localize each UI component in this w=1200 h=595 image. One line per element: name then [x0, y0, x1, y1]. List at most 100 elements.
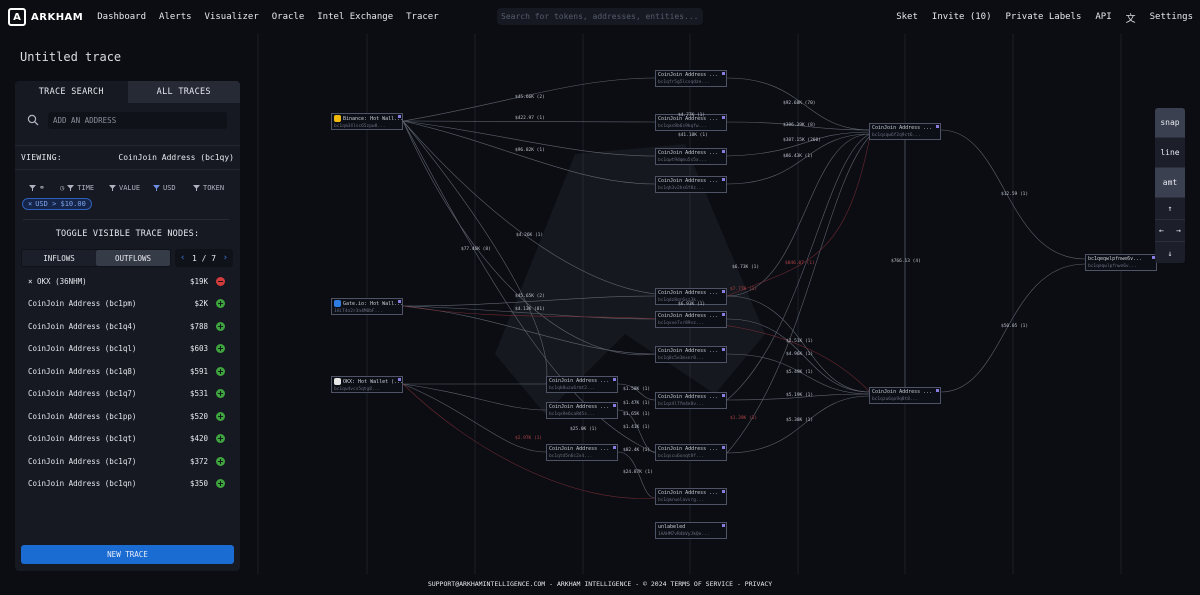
edge-label: $5.38K (1): [786, 418, 814, 423]
line-button[interactable]: line: [1155, 138, 1185, 168]
translate-icon[interactable]: 文: [1126, 10, 1136, 25]
filter-usd[interactable]: USD: [153, 184, 176, 192]
trace-node-item[interactable]: CoinJoin Address (bc1q7) $531 +: [15, 383, 240, 406]
close-icon[interactable]: ×: [28, 200, 32, 208]
filter-value-label: VALUE: [119, 184, 141, 192]
trace-node-item[interactable]: CoinJoin Address (bc1qt) $420 +: [15, 428, 240, 451]
graph-node-c14[interactable]: CoinJoin Address ... bc1qsqw6f2q9ct6...: [869, 123, 941, 140]
graph-node-c9[interactable]: CoinJoin Address ... bc1qscu6xnqt8f...: [655, 444, 727, 461]
graph-node-title: unlabeled: [658, 524, 686, 530]
graph-node-c11[interactable]: CoinJoin Address ... bc1qx9e6ca8d5s...: [546, 402, 618, 419]
nav-dashboard[interactable]: Dashboard: [97, 12, 146, 22]
add-icon[interactable]: +: [216, 299, 225, 309]
node-marker-icon: [936, 389, 939, 392]
trace-node-item[interactable]: CoinJoin Address (bc1q8) $591 +: [15, 360, 240, 383]
trace-node-value: $2K: [194, 299, 208, 309]
graph-node-c6[interactable]: CoinJoin Address ... bc1qvxe7vr89vz...: [655, 311, 727, 328]
trace-node-item[interactable]: × OKX (36NHM) $19K −: [15, 270, 240, 293]
graph-node-c8[interactable]: CoinJoin Address ... bc1qz4l7fm4n8v...: [655, 392, 727, 409]
chevron-left-icon[interactable]: ‹: [180, 253, 185, 263]
node-marker-icon: [722, 178, 725, 181]
graph-node-c10[interactable]: CoinJoin Address ... bc1qk8uzu6rmt2...: [546, 376, 618, 393]
nav-tracer[interactable]: Tracer: [406, 12, 439, 22]
edge-label: $1.65K (1): [623, 412, 651, 417]
remove-icon[interactable]: −: [216, 276, 225, 286]
arrow-down-icon[interactable]: ↓: [1155, 242, 1185, 263]
filter-value[interactable]: VALUE: [109, 184, 140, 192]
trace-node-item[interactable]: CoinJoin Address (bc1qn) $350 +: [15, 473, 240, 496]
add-icon[interactable]: +: [216, 344, 225, 354]
graph-node-c12[interactable]: CoinJoin Address ... bc1qtd5n6c2v4...: [546, 444, 618, 461]
graph-node-c7[interactable]: CoinJoin Address ... bc1q8c5e3mxnr0...: [655, 346, 727, 363]
add-icon[interactable]: +: [216, 434, 225, 444]
arrow-left-icon[interactable]: ←: [1159, 226, 1164, 235]
arrow-up-icon[interactable]: ↑: [1155, 198, 1185, 220]
inflows-button[interactable]: INFLOWS: [22, 250, 96, 266]
address-input[interactable]: [48, 112, 227, 129]
graph-node-unl[interactable]: unlabeled 1AAHM7vR4bVyJkQe...: [655, 522, 727, 539]
graph-node-c13[interactable]: CoinJoin Address ... bc1qmrwelavsrg...: [655, 488, 727, 505]
edge-label: $2.51K (1): [786, 339, 814, 344]
global-search-input[interactable]: [497, 8, 703, 25]
footer[interactable]: SUPPORT@ARKHAMINTELLIGENCE.COM - ARKHAM …: [0, 580, 1200, 588]
arrow-right-icon[interactable]: →: [1176, 226, 1181, 235]
filter-token[interactable]: TOKEN: [193, 184, 224, 192]
usd-filter-chip[interactable]: × USD > $10.00: [22, 198, 92, 210]
nav-oracle[interactable]: Oracle: [272, 12, 305, 22]
add-icon[interactable]: +: [216, 321, 225, 331]
edge-label: $25.0K (1): [570, 427, 598, 432]
nav-settings[interactable]: Settings: [1150, 12, 1193, 22]
graph-node-bp[interactable]: bc1qeqwlpfnwe6v... bc1qeqwlpfnwe6v...: [1085, 254, 1157, 271]
trace-node-value: $420: [189, 434, 208, 444]
graph-node-c15[interactable]: CoinJoin Address ... bc1qzu6qx9q8t8...: [869, 387, 941, 404]
graph-node-title: CoinJoin Address ...: [658, 490, 719, 496]
node-marker-icon: [936, 125, 939, 128]
add-icon[interactable]: +: [216, 456, 225, 466]
trace-node-name: CoinJoin Address (bc1qn): [28, 479, 137, 489]
tab-trace-search[interactable]: TRACE SEARCH: [15, 81, 128, 103]
trace-graph[interactable]: Binance: Hot Wall... bc1qm34lsc65zpw8... G…: [245, 34, 1200, 574]
trace-node-item[interactable]: CoinJoin Address (bc1q4) $788 +: [15, 315, 240, 338]
filter-direction[interactable]: ⚭: [29, 184, 45, 192]
nav-alerts[interactable]: Alerts: [159, 12, 192, 22]
add-icon[interactable]: +: [216, 366, 225, 376]
graph-node-c4[interactable]: CoinJoin Address ... bc1qh3v2hs6f8z...: [655, 176, 727, 193]
edge-label: $4.77K (1): [678, 113, 706, 118]
trace-node-item[interactable]: CoinJoin Address (bc1pm) $2K +: [15, 293, 240, 316]
filter-time[interactable]: ◷ TIME: [60, 184, 94, 192]
page-title[interactable]: Untitled trace: [20, 50, 121, 64]
tab-all-traces[interactable]: ALL TRACES: [127, 81, 240, 103]
trace-node-item[interactable]: CoinJoin Address (bc1pp) $520 +: [15, 405, 240, 428]
chevron-right-icon[interactable]: ›: [223, 253, 228, 263]
graph-node-title: Binance: Hot Wall...: [334, 115, 402, 123]
logo[interactable]: A ARKHAM: [8, 8, 83, 26]
nav-invite[interactable]: Invite (10): [932, 12, 992, 22]
graph-node-binance[interactable]: Binance: Hot Wall... bc1qm34lsc65zpw8...: [331, 113, 403, 130]
graph-node-title: CoinJoin Address ...: [658, 290, 719, 296]
graph-node-gate[interactable]: Gate.io: Hot Wall... 1HiT4n2r3n4M8bF...: [331, 298, 403, 315]
outflows-button[interactable]: OUTFLOWS: [96, 250, 170, 266]
nav-visualizer[interactable]: Visualizer: [205, 12, 259, 22]
graph-node-address: bc1qx9e6ca8d5s...: [549, 412, 596, 417]
trace-node-item[interactable]: CoinJoin Address (bc1q7) $372 +: [15, 450, 240, 473]
node-marker-icon: [722, 313, 725, 316]
snap-button[interactable]: snap: [1155, 108, 1185, 138]
nav-api[interactable]: API: [1095, 12, 1111, 22]
search-icon: [27, 114, 39, 126]
add-icon[interactable]: +: [216, 389, 225, 399]
node-marker-icon: [613, 378, 616, 381]
add-icon[interactable]: +: [216, 411, 225, 421]
nav-private-labels[interactable]: Private Labels: [1006, 12, 1082, 22]
add-icon[interactable]: +: [216, 479, 225, 489]
edge-label: $96.82K (1): [515, 148, 545, 153]
edge-label: $1.58K (1): [623, 387, 651, 392]
nav-intel-exchange[interactable]: Intel Exchange: [317, 12, 393, 22]
nav-sket[interactable]: Sket: [896, 12, 918, 22]
trace-node-item[interactable]: CoinJoin Address (bc1ql) $603 +: [15, 338, 240, 361]
graph-node-c3[interactable]: CoinJoin Address ... bc1qwt9dqmu5s5x...: [655, 148, 727, 165]
graph-node-address: bc1qscu6xnqt8f...: [658, 454, 705, 459]
graph-node-c1[interactable]: CoinJoin Address ... bc1qfr5g5lcsqdze...: [655, 70, 727, 87]
amt-button[interactable]: amt: [1155, 168, 1185, 198]
graph-node-okx[interactable]: OKX: Hot Wallet (... bc1qu4vcs5qtg8...: [331, 376, 403, 393]
new-trace-button[interactable]: NEW TRACE: [21, 545, 234, 564]
